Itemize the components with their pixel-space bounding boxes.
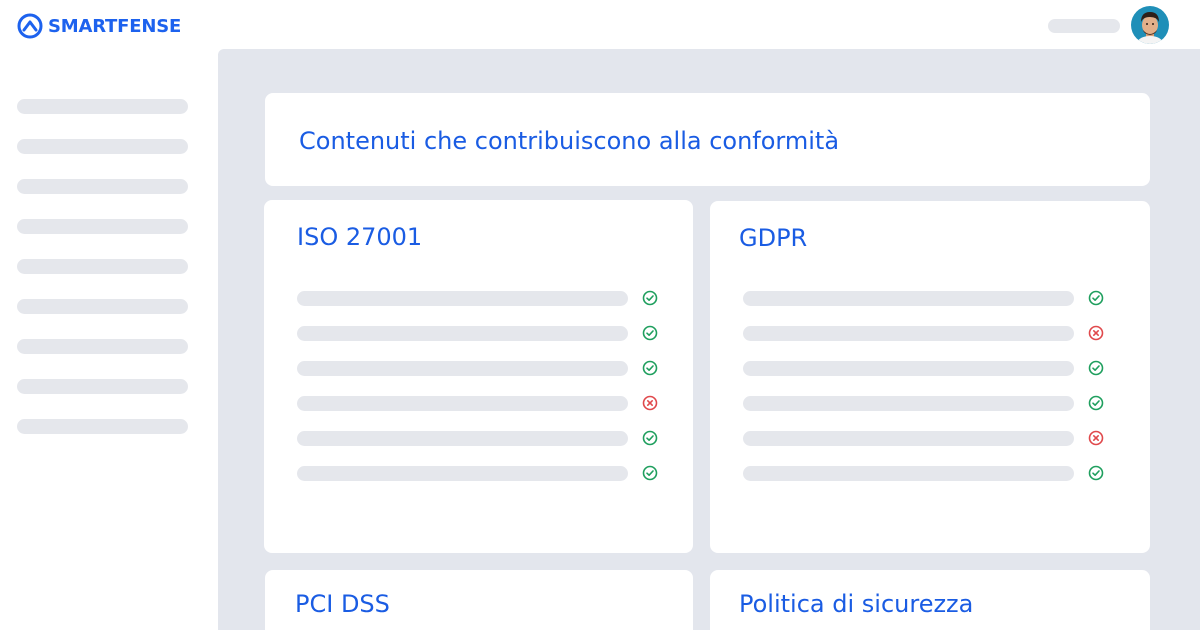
iso-27001-card[interactable]: ISO 27001 xyxy=(264,200,693,553)
sidebar-item[interactable] xyxy=(17,259,188,274)
x-circle-icon xyxy=(1088,430,1104,446)
check-circle-icon xyxy=(642,325,658,341)
sidebar-item[interactable] xyxy=(17,339,188,354)
gdpr-card[interactable]: GDPR xyxy=(710,201,1150,553)
sidebar-item[interactable] xyxy=(17,219,188,234)
check-circle-icon xyxy=(642,360,658,376)
user-avatar[interactable] xyxy=(1131,6,1169,44)
status-compliant xyxy=(641,464,659,482)
requirement-placeholder xyxy=(297,431,628,446)
check-circle-icon xyxy=(642,465,658,481)
requirement-placeholder xyxy=(297,291,628,306)
status-compliant xyxy=(641,289,659,307)
sidebar-item[interactable] xyxy=(17,179,188,194)
status-compliant xyxy=(641,359,659,377)
card-title: GDPR xyxy=(739,224,808,252)
brand-name: SMARTFENSE xyxy=(48,15,182,37)
page-title: Contenuti che contribuiscono alla confor… xyxy=(299,127,840,155)
requirement-placeholder xyxy=(297,326,628,341)
check-circle-icon xyxy=(1088,465,1104,481)
requirement-placeholder xyxy=(297,396,628,411)
card-title: Politica di sicurezza xyxy=(739,590,974,618)
status-noncompliant xyxy=(641,394,659,412)
requirement-placeholder xyxy=(297,361,628,376)
requirement-placeholder xyxy=(297,466,628,481)
sidebar-item[interactable] xyxy=(17,99,188,114)
avatar-icon xyxy=(1131,6,1169,44)
status-compliant xyxy=(641,324,659,342)
check-circle-icon xyxy=(1088,360,1104,376)
account-name-placeholder[interactable] xyxy=(1048,19,1120,33)
sidebar-item[interactable] xyxy=(17,379,188,394)
status-compliant xyxy=(1087,464,1105,482)
sidebar-item[interactable] xyxy=(17,299,188,314)
requirement-placeholder xyxy=(743,431,1074,446)
requirement-placeholder xyxy=(743,361,1074,376)
status-noncompliant xyxy=(1087,324,1105,342)
requirement-placeholder xyxy=(743,326,1074,341)
check-circle-icon xyxy=(1088,395,1104,411)
status-compliant xyxy=(641,429,659,447)
card-title: ISO 27001 xyxy=(297,223,423,251)
check-circle-icon xyxy=(642,430,658,446)
status-compliant xyxy=(1087,359,1105,377)
card-title: PCI DSS xyxy=(295,590,390,618)
page-title-card: Contenuti che contribuiscono alla confor… xyxy=(265,93,1150,186)
sidebar-item[interactable] xyxy=(17,139,188,154)
check-circle-icon xyxy=(642,290,658,306)
status-compliant xyxy=(1087,289,1105,307)
security-policy-card[interactable]: Politica di sicurezza xyxy=(710,570,1150,630)
requirement-placeholder xyxy=(743,396,1074,411)
brand-logo[interactable]: SMARTFENSE xyxy=(17,13,181,39)
sidebar xyxy=(17,99,188,459)
x-circle-icon xyxy=(642,395,658,411)
sidebar-item[interactable] xyxy=(17,419,188,434)
main-panel: Contenuti che contribuiscono alla confor… xyxy=(218,49,1200,630)
requirement-placeholder xyxy=(743,466,1074,481)
requirement-placeholder xyxy=(743,291,1074,306)
x-circle-icon xyxy=(1088,325,1104,341)
status-noncompliant xyxy=(1087,429,1105,447)
check-circle-icon xyxy=(1088,290,1104,306)
logo-mark-icon xyxy=(17,13,43,39)
status-compliant xyxy=(1087,394,1105,412)
pci-dss-card[interactable]: PCI DSS xyxy=(265,570,693,630)
